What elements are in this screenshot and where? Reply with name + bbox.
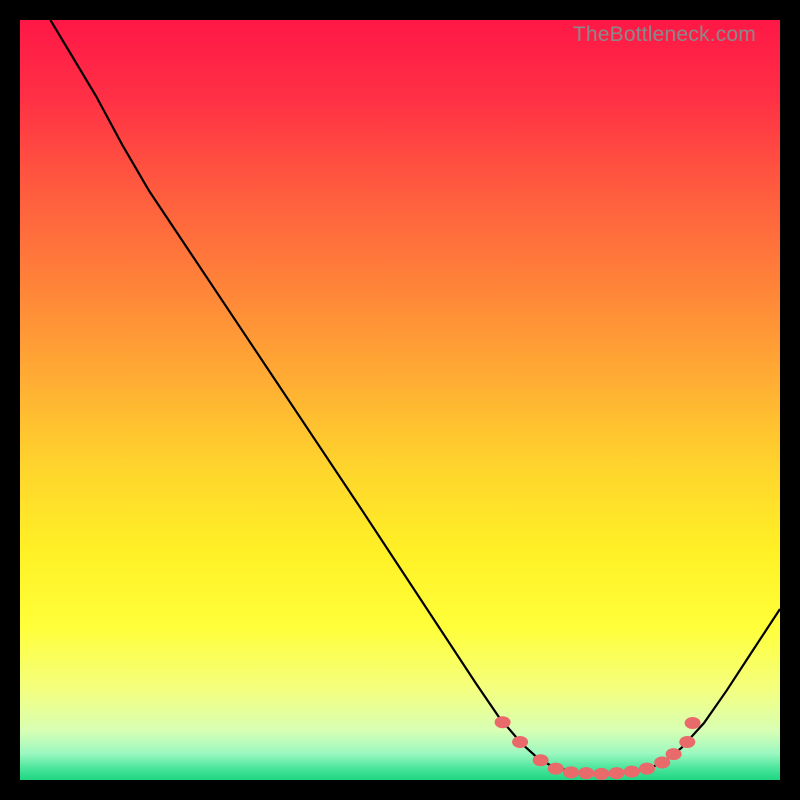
curve-marker <box>639 763 655 775</box>
curve-marker <box>512 736 528 748</box>
curve-marker <box>679 736 695 748</box>
curve-marker <box>578 767 594 779</box>
curve-marker <box>624 766 640 778</box>
curve-marker <box>533 754 549 766</box>
curve-marker <box>563 766 579 778</box>
chart-frame: TheBottleneck.com <box>20 20 780 780</box>
chart-canvas <box>20 20 780 780</box>
curve-marker <box>593 768 609 780</box>
curve-marker <box>609 767 625 779</box>
curve-marker <box>666 748 682 760</box>
curve-marker <box>495 716 511 728</box>
curve-marker <box>685 717 701 729</box>
gradient-background <box>20 20 780 780</box>
curve-marker <box>548 763 564 775</box>
watermark-label: TheBottleneck.com <box>573 23 756 47</box>
curve-marker <box>654 757 670 769</box>
